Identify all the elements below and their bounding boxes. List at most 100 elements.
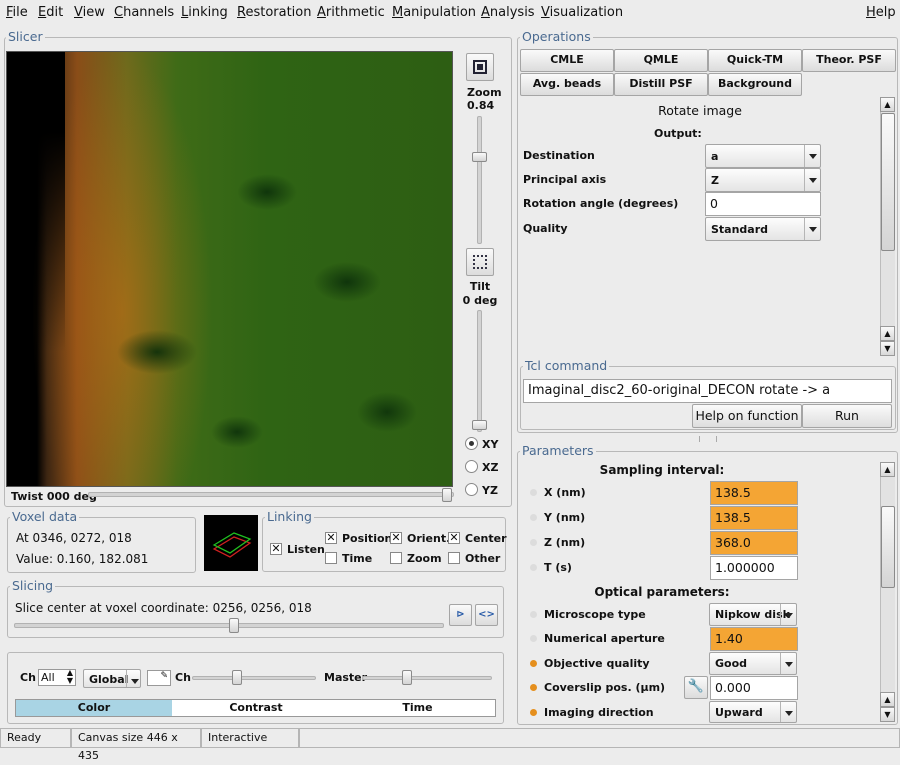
imaging-direction-combo[interactable]: Upward <box>709 701 797 723</box>
menu-analysis[interactable]: Analysis <box>481 5 535 20</box>
parameters-scroll-down-icon[interactable]: ▼ <box>880 707 895 722</box>
master-slider-track[interactable] <box>362 676 492 680</box>
menu-arithmetic[interactable]: Arithmetic <box>317 5 385 20</box>
color-picker[interactable]: ✎ <box>147 670 171 686</box>
operations-scroll-up2-icon[interactable]: ▲ <box>880 326 895 341</box>
destination-combo[interactable]: a <box>705 144 821 168</box>
quick-tm-button[interactable]: Quick-TM <box>708 49 802 72</box>
center-checkbox[interactable]: ✕ <box>448 532 460 544</box>
zoom-fit-button[interactable] <box>466 53 494 81</box>
bounce-button[interactable]: <> <box>475 604 498 626</box>
parameters-title: Parameters <box>520 443 596 458</box>
parameters-scroll-up-icon[interactable]: ▲ <box>880 462 895 477</box>
voxel-title: Voxel data <box>10 509 80 524</box>
status-empty <box>299 728 900 748</box>
z-sampling-input[interactable]: 368.0 <box>710 531 798 555</box>
menu-manipulation[interactable]: Manipulation <box>392 5 476 20</box>
channel-slider-handle[interactable] <box>232 670 242 685</box>
twist-slider-handle[interactable] <box>442 488 452 502</box>
tilt-reset-button[interactable] <box>466 248 494 276</box>
menu-file[interactable]: File <box>6 5 28 20</box>
left-right-arrows-icon: <> <box>478 609 495 620</box>
position-checkbox[interactable]: ✕ <box>325 532 337 544</box>
twist-label: Twist 000 deg <box>11 490 97 503</box>
time-label: Time <box>342 552 373 565</box>
other-label: Other <box>465 552 501 565</box>
rotation-angle-input[interactable]: 0 <box>705 192 821 216</box>
tilt-value: 0 deg <box>462 294 498 307</box>
operations-scroll-down-icon[interactable]: ▼ <box>880 341 895 356</box>
orientation-cube-preview[interactable] <box>204 515 258 571</box>
image-canvas[interactable] <box>6 51 453 487</box>
tcl-command-input[interactable]: Imaginal_disc2_60-original_DECON rotate … <box>523 379 892 403</box>
view-xz-radio[interactable] <box>465 460 478 473</box>
view-yz-radio[interactable] <box>465 483 478 496</box>
zoom-checkbox[interactable] <box>390 552 402 564</box>
tilt-slider-track[interactable] <box>477 310 482 432</box>
operations-scroll-up-icon[interactable]: ▲ <box>880 97 895 112</box>
coverslip-pos-input[interactable]: 0.000 <box>710 676 798 700</box>
parameters-scrollbar[interactable] <box>880 462 895 722</box>
tab-color[interactable]: Color <box>16 700 172 716</box>
menu-edit[interactable]: Edit <box>38 5 63 20</box>
voxel-value: Value: 0.160, 182.081 <box>16 552 149 566</box>
listen-label: Listen <box>287 543 325 556</box>
menu-channels[interactable]: Channels <box>114 5 174 20</box>
principal-axis-combo[interactable]: Z <box>705 168 821 192</box>
destination-label: Destination <box>523 149 595 162</box>
voxel-position: At 0346, 0272, 018 <box>16 531 132 545</box>
help-on-function-button[interactable]: Help on function <box>692 404 802 428</box>
numerical-aperture-input[interactable]: 1.40 <box>710 627 798 651</box>
slice-slider-handle[interactable] <box>229 618 239 633</box>
objective-bullet-icon <box>530 660 537 667</box>
time-checkbox[interactable] <box>325 552 337 564</box>
twist-slider-track[interactable] <box>88 492 454 497</box>
menu-help[interactable]: Help <box>866 5 896 20</box>
tilt-slider-handle[interactable] <box>472 420 487 430</box>
qmle-button[interactable]: QMLE <box>614 49 708 72</box>
avg-beads-button[interactable]: Avg. beads <box>520 73 614 96</box>
view-xy-radio[interactable] <box>465 437 478 450</box>
master-slider-handle[interactable] <box>402 670 412 685</box>
zoom-slider-handle[interactable] <box>472 152 487 162</box>
parameters-scroll-up2-icon[interactable]: ▲ <box>880 692 895 707</box>
play-button[interactable]: ⊳ <box>449 604 472 626</box>
channel-spinbox[interactable]: All ▲ ▼ <box>38 669 76 686</box>
microscope-type-combo[interactable]: Nipkow disk <box>709 603 797 626</box>
listen-checkbox[interactable]: ✕ <box>270 543 282 555</box>
pane-splitter-handle[interactable] <box>699 436 717 442</box>
menu-view[interactable]: View <box>74 5 105 20</box>
zoom-slider-track[interactable] <box>477 116 482 244</box>
channel-mode-combo[interactable]: Global <box>83 669 141 688</box>
objective-quality-combo[interactable]: Good <box>709 652 797 675</box>
cmle-button[interactable]: CMLE <box>520 49 614 72</box>
imaging-direction-value: Upward <box>715 706 763 719</box>
destination-value: a <box>711 150 719 163</box>
channel-tabs: Color Contrast Time <box>15 699 496 717</box>
channel-slider-track[interactable] <box>192 676 316 680</box>
background-button[interactable]: Background <box>708 73 802 96</box>
coverslip-tool-button[interactable]: 🔧 <box>684 676 708 699</box>
orient-checkbox[interactable]: ✕ <box>390 532 402 544</box>
run-button[interactable]: Run <box>802 404 892 428</box>
objective-quality-value: Good <box>715 657 748 670</box>
menu-restoration[interactable]: Restoration <box>237 5 312 20</box>
optical-heading: Optical parameters: <box>594 585 730 599</box>
quality-value: Standard <box>711 223 769 236</box>
linking-title: Linking <box>265 509 314 524</box>
zoom-value: 0.84 <box>467 99 495 112</box>
na-bullet-icon <box>530 635 537 642</box>
operations-scroll-thumb[interactable] <box>881 113 895 251</box>
quality-combo[interactable]: Standard <box>705 217 821 241</box>
y-sampling-input[interactable]: 138.5 <box>710 506 798 530</box>
x-sampling-input[interactable]: 138.5 <box>710 481 798 505</box>
parameters-scroll-thumb[interactable] <box>881 506 895 588</box>
tab-contrast[interactable]: Contrast <box>172 700 340 716</box>
menu-linking[interactable]: Linking <box>181 5 228 20</box>
distill-psf-button[interactable]: Distill PSF <box>614 73 708 96</box>
t-sampling-input[interactable]: 1.000000 <box>710 556 798 580</box>
tab-time[interactable]: Time <box>340 700 495 716</box>
other-checkbox[interactable] <box>448 552 460 564</box>
menu-visualization[interactable]: Visualization <box>541 5 623 20</box>
theor-psf-button[interactable]: Theor. PSF <box>802 49 896 72</box>
